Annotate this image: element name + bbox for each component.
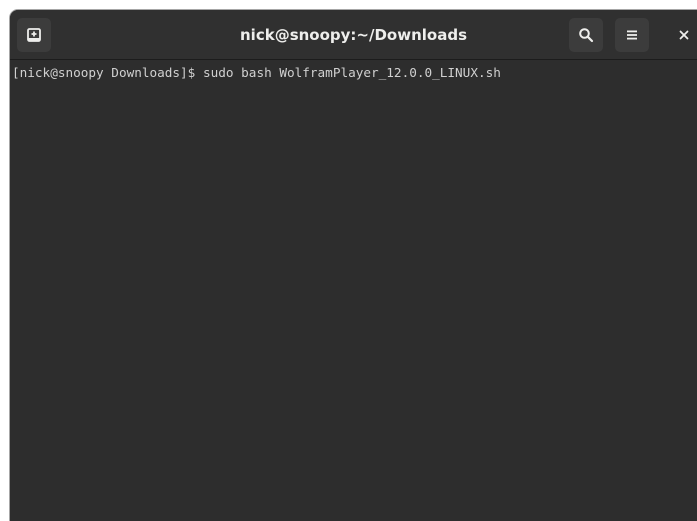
close-button[interactable] xyxy=(671,21,697,49)
close-icon xyxy=(678,29,690,41)
menu-button[interactable] xyxy=(615,18,649,52)
terminal-command: sudo bash WolframPlayer_12.0.0_LINUX.sh xyxy=(202,65,501,80)
hamburger-menu-icon xyxy=(624,27,640,43)
header-bar: nick@snoopy:~/Downloads xyxy=(10,10,697,60)
terminal-output[interactable]: [nick@snoopy Downloads]$ sudo bash Wolfr… xyxy=(10,61,697,521)
new-tab-icon xyxy=(26,27,42,43)
search-icon xyxy=(578,27,594,43)
terminal-prompt: [nick@snoopy Downloads]$ xyxy=(12,65,203,80)
search-button[interactable] xyxy=(569,18,603,52)
new-tab-button[interactable] xyxy=(17,18,51,52)
terminal-window: nick@snoopy:~/Downloads [nick@snoopy Dow… xyxy=(10,10,697,521)
